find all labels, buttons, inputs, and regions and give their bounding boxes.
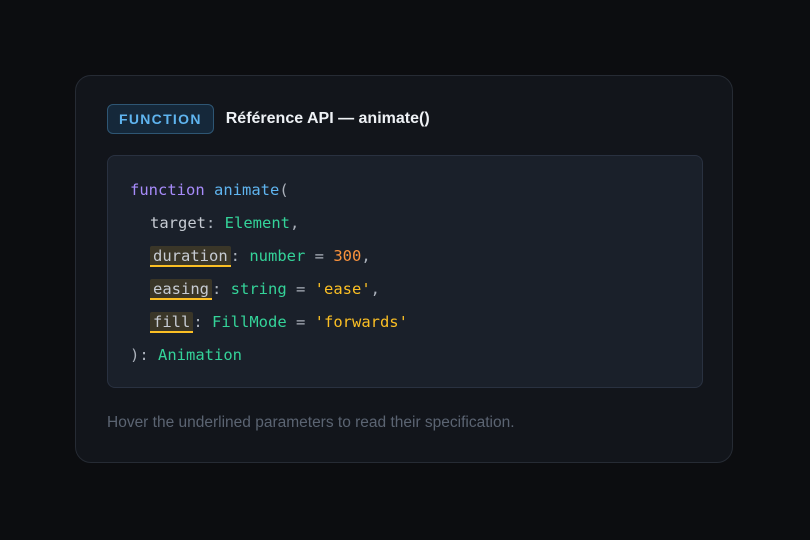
function-badge: FUNCTION: [107, 104, 214, 134]
code-line-return: ): Animation: [130, 339, 680, 372]
param-target-type: Element: [224, 214, 290, 232]
code-line-signature: function animate(: [130, 174, 680, 207]
close-paren: ):: [130, 346, 158, 364]
keyword-function: function: [130, 181, 205, 199]
param-target-name: target: [150, 214, 206, 232]
function-name: animate: [214, 181, 280, 199]
param-easing-default: 'ease': [314, 280, 371, 298]
return-type: Animation: [158, 346, 242, 364]
param-easing-type: string: [230, 280, 287, 298]
code-block: function animate( target: Element, durat…: [107, 155, 703, 388]
open-paren: (: [279, 181, 289, 199]
param-easing-name[interactable]: easing: [150, 279, 212, 300]
param-duration-name[interactable]: duration: [150, 246, 231, 267]
code-line-param-easing: easing: string = 'ease',: [130, 273, 680, 306]
api-reference-card: FUNCTION Référence API — animate() funct…: [75, 75, 733, 463]
card-title: Référence API — animate(): [225, 110, 430, 127]
param-duration-default: 300: [333, 247, 362, 265]
param-fill-type: FillMode: [212, 313, 287, 331]
card-header: FUNCTION Référence API — animate(): [107, 104, 430, 134]
code-line-param-fill: fill: FillMode = 'forwards': [130, 306, 680, 339]
param-duration-type: number: [249, 247, 306, 265]
code-line-param-duration: duration: number = 300,: [130, 240, 680, 273]
code-line-param-target: target: Element,: [150, 214, 300, 232]
hint-text: Hover the underlined parameters to read …: [107, 414, 515, 431]
param-fill-name[interactable]: fill: [150, 312, 194, 333]
param-fill-default: 'forwards': [314, 313, 408, 331]
